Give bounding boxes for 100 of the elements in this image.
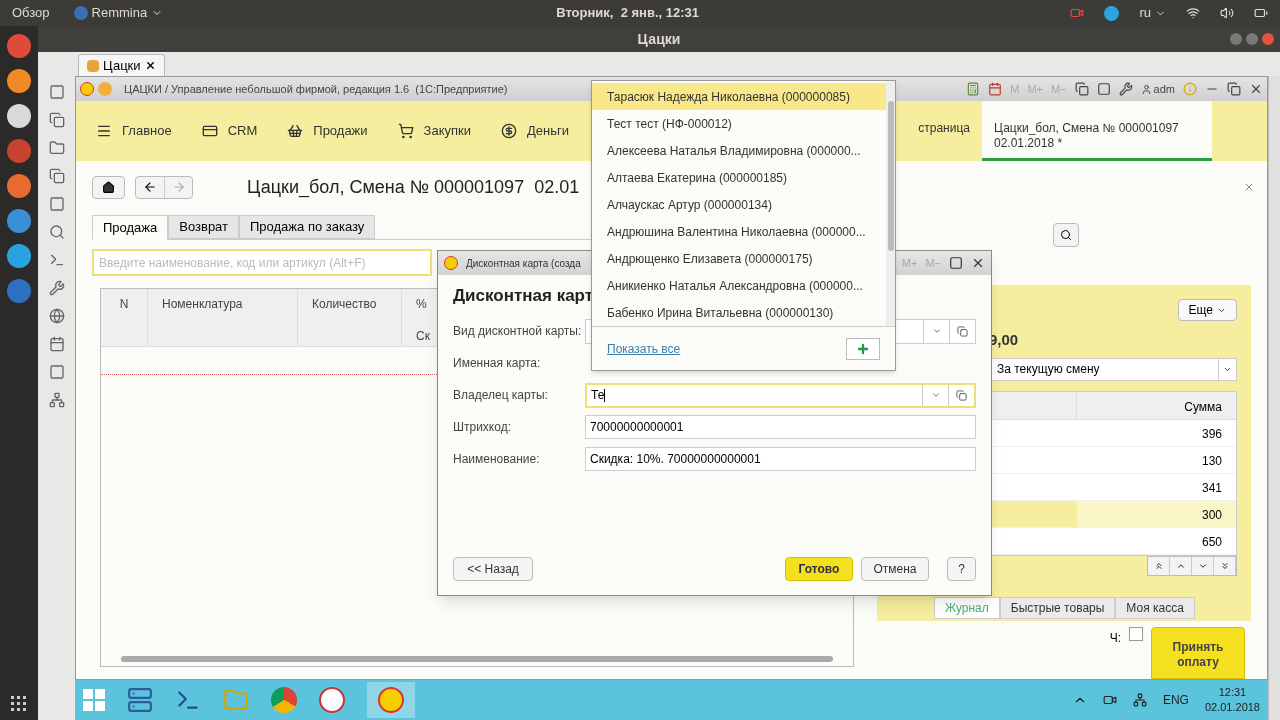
maximize-icon[interactable] [1246, 33, 1258, 45]
browser-icon[interactable] [271, 687, 297, 713]
panel-tab[interactable]: Моя касса [1115, 597, 1195, 619]
coin-icon [501, 123, 517, 139]
clock[interactable]: 12:31 02.01.2018 [1204, 685, 1260, 715]
remmina-tab[interactable]: Цацки [78, 54, 165, 76]
section-button[interactable]: Продажи [287, 121, 368, 141]
dropdown-item[interactable]: Аникиенко Наталья Александровна (000000... [592, 272, 886, 299]
double-down-icon [1219, 560, 1230, 571]
logo-icon [80, 82, 94, 96]
toolbar-icon[interactable] [48, 308, 65, 324]
caret-icon [931, 326, 942, 336]
more-button[interactable]: Еще [1177, 299, 1237, 321]
scrollbar[interactable] [121, 656, 833, 662]
apps-grid-icon[interactable] [11, 696, 27, 712]
close-icon [144, 60, 156, 71]
forward-arrow-icon [171, 180, 186, 194]
form-tab[interactable]: Продажа [92, 215, 169, 240]
app-icon[interactable] [7, 104, 31, 128]
dialog-button[interactable]: ? [947, 557, 976, 581]
dropdown-item[interactable]: Алтаева Екатерина (000000185) [592, 164, 886, 191]
media-icon [1102, 693, 1117, 707]
show-all-link[interactable]: Показать все [607, 339, 681, 358]
open-icon [957, 325, 968, 337]
dropdown-item[interactable]: Алексеева Наталья Владимировна (000000... [592, 137, 886, 164]
toolbar-icon[interactable] [48, 84, 65, 100]
toolbar-icon[interactable] [48, 196, 65, 212]
close-icon[interactable] [1262, 33, 1274, 45]
panel-icon [1096, 82, 1111, 96]
menu-icon [96, 123, 112, 139]
calculator-icon [966, 82, 981, 96]
scrollbar[interactable] [886, 81, 895, 326]
wifi-icon [1186, 6, 1200, 20]
checkbox[interactable] [1129, 627, 1143, 641]
windows-icon[interactable] [83, 689, 105, 711]
clock[interactable]: Вторник, 2 янв., 12:31 [556, 3, 699, 23]
dialog-button[interactable]: << Назад [453, 557, 533, 581]
text-field[interactable]: Скидка: 10%. 70000000000001 [585, 447, 976, 471]
period-select[interactable]: За текущую смену [991, 357, 1237, 381]
app-icon[interactable] [7, 209, 31, 233]
field-label: Вид дисконтной карты: [453, 323, 583, 340]
pay-button[interactable]: Принять оплату [1151, 627, 1245, 679]
dropdown-item[interactable]: Алчаускас Артур (000000134) [592, 191, 886, 218]
search-button[interactable] [1053, 223, 1079, 247]
panel-tab[interactable]: Быстрые товары [999, 597, 1116, 619]
dialog-title: Дисконтная карта (созда [466, 256, 581, 271]
form-title: Цацки_бол, Смена № 000001097 02.01 [247, 175, 580, 200]
plus-icon [856, 341, 870, 356]
toolbar-icon[interactable] [48, 364, 65, 380]
scrollbar[interactable] [1268, 76, 1280, 720]
column-header[interactable]: Количество [312, 295, 401, 313]
section-button[interactable]: Закупки [397, 121, 471, 141]
section-button[interactable]: Деньги [501, 121, 569, 141]
search-field[interactable]: Введите наименование, код или артикул (Alt+F) [92, 249, 432, 276]
app-icon[interactable] [7, 174, 31, 198]
column-header[interactable]: N [119, 295, 129, 313]
form-tab[interactable]: Возврат [168, 215, 239, 239]
dropdown-item[interactable]: Тест тест (НФ-000012) [592, 110, 886, 137]
table-cell-text: 341 [1200, 479, 1223, 497]
activities-button[interactable]: Обзор [12, 3, 50, 23]
minimize-icon[interactable] [1230, 33, 1242, 45]
form-tab[interactable]: Продажа по заказу [239, 215, 376, 239]
language-indicator[interactable]: ENG [1162, 691, 1189, 709]
toolbar-icon[interactable] [48, 336, 65, 352]
toolbar-icon[interactable] [48, 224, 65, 240]
open-tab[interactable]: Цацки_бол, Смена № 000001097 02.01.2018 * [982, 101, 1212, 161]
table-row[interactable]: 300 [992, 500, 1236, 528]
text-field[interactable]: 70000000000001 [585, 415, 976, 439]
search-icon [1060, 229, 1072, 241]
toolbar-icon[interactable] [48, 280, 65, 296]
app-icon[interactable] [7, 244, 31, 268]
dropdown-item[interactable]: Бабенко Ирина Витальевна (000000130) [592, 299, 886, 326]
toolbar-icon[interactable] [48, 392, 65, 408]
keyboard-layout[interactable]: ru [1139, 3, 1166, 23]
dropdown-item[interactable]: Тарасюк Надежда Николаевна (000000085) [592, 83, 886, 110]
table-cell-text: 130 [1200, 452, 1223, 470]
user-menu[interactable]: adm [1140, 80, 1175, 98]
select-field[interactable]: Те [585, 382, 976, 408]
close-icon [1243, 181, 1255, 193]
home-button[interactable] [92, 175, 125, 199]
section-button[interactable]: CRM [201, 121, 258, 141]
app-icon[interactable] [7, 69, 31, 93]
toolbar-icon[interactable] [48, 252, 65, 268]
dropdown-item[interactable]: Андрющенко Елизавета (000000175) [592, 245, 886, 272]
column-header[interactable]: Номенклатура [162, 295, 297, 313]
dialog-button[interactable]: Отмена [861, 557, 929, 581]
home-icon [102, 180, 115, 194]
toolbar-icon[interactable] [48, 168, 65, 184]
add-button[interactable] [846, 337, 880, 360]
double-up-icon [1153, 560, 1164, 571]
app-title: ЦАЦКИ / Управление небольшой фирмой, редакция 1.6 (1С:Предприятие) [124, 81, 508, 97]
network-icon [1132, 693, 1147, 707]
close-button[interactable] [1243, 181, 1255, 193]
app-menu[interactable]: Remmina [73, 3, 164, 23]
toolbar-icon[interactable] [48, 140, 65, 156]
section-button[interactable]: Главное [96, 121, 172, 141]
toolbar-icon[interactable] [48, 112, 65, 128]
tab-icon [87, 59, 99, 72]
dropdown-item[interactable]: Андрюшина Валентина Николаевна (000000... [592, 218, 886, 245]
dialog-button[interactable]: Готово [785, 557, 853, 581]
